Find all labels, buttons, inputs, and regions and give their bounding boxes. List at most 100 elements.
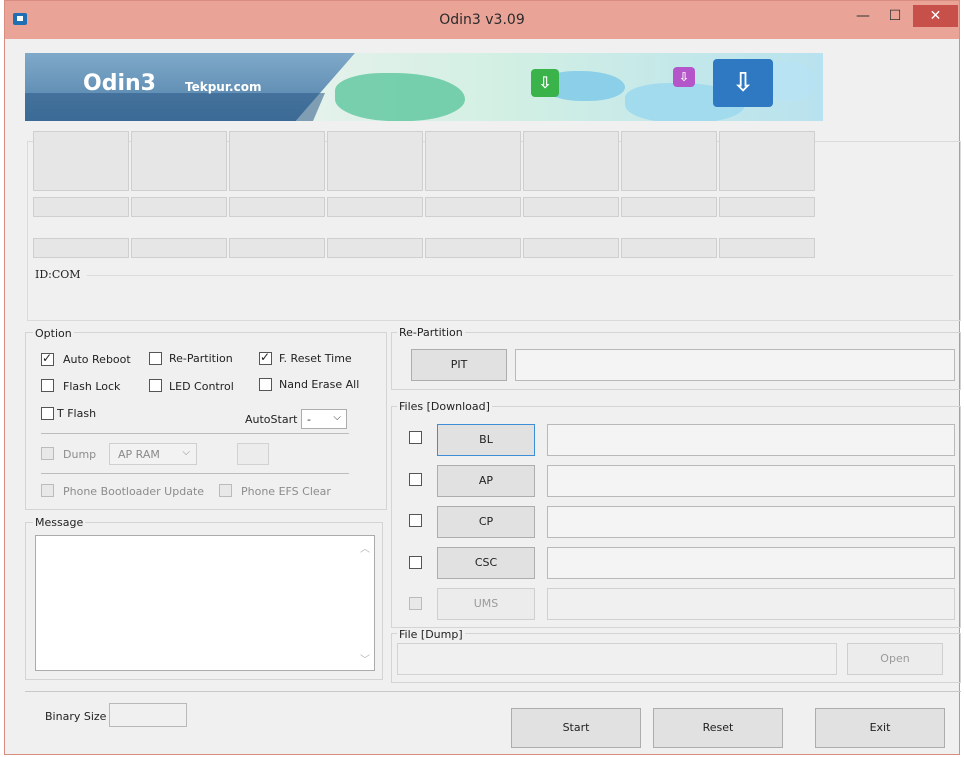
flash-lock-label: Flash Lock [63,380,121,393]
odin-logo-text: Odin3 [83,71,156,96]
ap-file-field[interactable] [547,465,955,497]
f-reset-time-label: F. Reset Time [279,352,352,365]
port-status-cell [229,131,325,191]
chevron-down-icon: ⌵ [182,447,190,458]
port-id-cell [229,238,325,258]
close-icon[interactable]: ✕ [913,5,958,27]
t-flash-label: T Flash [57,407,97,420]
re-partition-label: Re-Partition [169,352,233,365]
led-control-label: LED Control [169,380,234,393]
port-progress-cell [523,197,619,217]
dump-checkbox[interactable] [41,447,54,460]
binary-size-field [109,703,187,727]
cp-file-field[interactable] [547,506,955,538]
port-id-cell [33,238,129,258]
port-id-cell [621,238,717,258]
idcom-divider [87,275,953,276]
flash-lock-checkbox[interactable] [41,379,54,392]
port-progress-cell [425,197,521,217]
binary-size-label: Binary Size [45,710,107,723]
cp-button[interactable]: CP [437,506,535,538]
reset-button[interactable]: Reset [653,708,783,748]
port-status-cell [719,131,815,191]
bl-checkbox[interactable] [409,431,422,444]
port-id-cell [327,238,423,258]
phone-bootloader-update-label: Phone Bootloader Update [63,485,205,498]
ums-file-field[interactable] [547,588,955,620]
dump-file-field[interactable] [397,643,837,675]
csc-button[interactable]: CSC [437,547,535,579]
open-button[interactable]: Open [847,643,943,675]
file-dump-label: File [Dump] [397,628,465,641]
ap-checkbox[interactable] [409,473,422,486]
port-status-cell [327,131,423,191]
chevron-down-icon: ⌵ [333,412,341,423]
dump-label: Dump [63,448,97,461]
port-progress-cell [719,197,815,217]
auto-reboot-checkbox[interactable] [41,351,54,366]
pit-file-field[interactable] [515,349,955,381]
download-icon-green: ⇩ [531,69,559,97]
port-status-cell [131,131,227,191]
pit-button[interactable]: PIT [411,349,507,381]
minimize-icon[interactable]: — [849,5,877,27]
dump-target-value: AP RAM [118,448,160,461]
download-icon-blue: ⇩ [713,59,773,107]
port-id-cell [131,238,227,258]
port-progress-cell [33,197,129,217]
nand-erase-all-checkbox[interactable] [259,378,272,391]
port-progress-cell [131,197,227,217]
dump-target-select[interactable]: AP RAM ⌵ [109,443,197,465]
autostart-value: - [307,413,311,426]
scroll-down-icon[interactable]: ﹀ [360,651,370,666]
csc-file-field[interactable] [547,547,955,579]
download-icon-purple: ⇩ [673,67,695,87]
option-divider [41,433,349,434]
re-partition-checkbox[interactable] [149,352,162,365]
port-status-cell [523,131,619,191]
port-progress-cell [621,197,717,217]
port-progress-cell [327,197,423,217]
start-button[interactable]: Start [511,708,641,748]
nand-erase-all-label: Nand Erase All [279,378,360,391]
exit-button[interactable]: Exit [815,708,945,748]
tekpur-text: Tekpur.com [185,80,262,94]
message-textarea[interactable]: ︿ ﹀ [35,535,375,671]
autostart-label: AutoStart [245,413,298,426]
phone-efs-clear-checkbox[interactable] [219,484,232,497]
port-id-cell [523,238,619,258]
port-progress-cell [229,197,325,217]
port-status-cell [33,131,129,191]
phone-efs-clear-label: Phone EFS Clear [241,485,331,498]
option-group-label: Option [33,327,74,340]
led-control-checkbox[interactable] [149,379,162,392]
bottom-divider [25,691,961,692]
port-id-cell [719,238,815,258]
title-bar: Odin3 v3.09 — ☐ ✕ [5,1,959,39]
idcom-label: ID:COM [35,268,81,281]
message-group-label: Message [33,516,86,529]
csc-checkbox[interactable] [409,556,422,569]
ap-button[interactable]: AP [437,465,535,497]
phone-bootloader-update-checkbox[interactable] [41,484,54,497]
port-id-cell [425,238,521,258]
odin-banner: Odin3 Tekpur.com ⇩ ⇩ ⇩ [25,53,823,121]
autostart-select[interactable]: - ⌵ [301,409,347,429]
dump-size-field[interactable] [237,443,269,465]
auto-reboot-label: Auto Reboot [63,353,131,366]
odin-window: Odin3 v3.09 — ☐ ✕ Odin3 Tekpur.com ⇩ ⇩ ⇩ [4,0,961,755]
ums-checkbox[interactable] [409,597,422,610]
option-divider-2 [41,473,349,474]
ums-button[interactable]: UMS [437,588,535,620]
window-title: Odin3 v3.09 [439,12,525,28]
files-download-label: Files [Download] [397,400,492,413]
t-flash-checkbox[interactable] [41,407,54,420]
bl-file-field[interactable] [547,424,955,456]
cp-checkbox[interactable] [409,514,422,527]
f-reset-time-checkbox[interactable] [259,350,272,365]
scroll-up-icon[interactable]: ︿ [360,540,370,555]
repartition-group-label: Re-Partition [397,326,465,339]
bl-button[interactable]: BL [437,424,535,456]
maximize-icon[interactable]: ☐ [881,5,909,27]
port-status-cell [425,131,521,191]
